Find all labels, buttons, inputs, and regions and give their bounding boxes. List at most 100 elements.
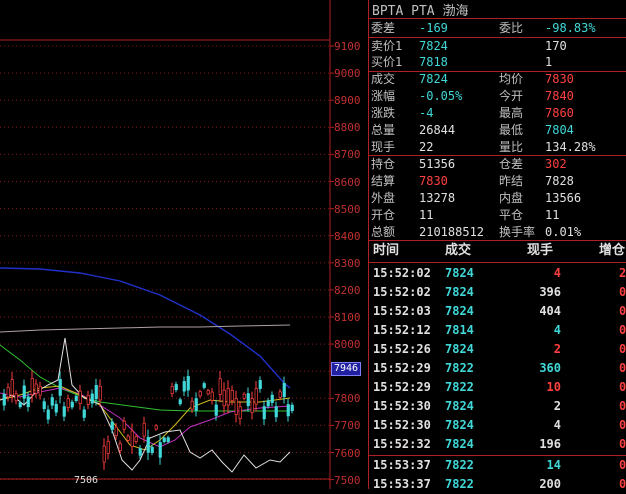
candle-body xyxy=(238,406,242,419)
value: -0.05% xyxy=(419,89,463,103)
candle-body xyxy=(206,390,210,395)
price-tick-label: 8200 xyxy=(334,283,361,297)
label: 昨结 xyxy=(499,174,524,188)
label: 换手率 xyxy=(499,225,536,239)
candle-body xyxy=(70,401,74,408)
kline-canvas[interactable] xyxy=(0,0,368,489)
candle-body xyxy=(186,376,190,391)
tick-oi: 0 xyxy=(619,399,626,413)
tick-row[interactable]: 15:52:32 7824 196 0 xyxy=(369,435,626,454)
ticks-header: 时间 成交 现手 增仓 xyxy=(369,240,626,262)
candle-body xyxy=(226,388,230,406)
label: 仓差 xyxy=(499,157,524,171)
tick-qty: 360 xyxy=(539,361,561,375)
tick-row[interactable]: 15:52:30 7824 2 0 xyxy=(369,397,626,416)
value: 7828 xyxy=(545,174,574,188)
price-tick-label: 9100 xyxy=(334,40,361,53)
candle-body xyxy=(198,391,202,397)
tick-row[interactable]: 15:52:03 7824 404 0 xyxy=(369,302,626,321)
label: 委差 xyxy=(371,21,396,35)
candle-body xyxy=(34,383,38,394)
label: 结算 xyxy=(371,174,396,188)
col-time: 时间 xyxy=(373,243,400,258)
value: 7860 xyxy=(545,106,574,120)
col-price: 成交 xyxy=(445,243,472,258)
value: 0.01% xyxy=(545,225,582,239)
instrument-title: BPTA PTA 渤海 xyxy=(372,4,469,19)
value: 7818 xyxy=(419,55,448,69)
tick-oi: 0 xyxy=(619,380,626,394)
candle-body xyxy=(22,385,26,399)
tick-time: 15:52:02 xyxy=(373,266,431,280)
candle-body xyxy=(18,402,22,408)
candle-body xyxy=(26,396,30,408)
price-tick-label: 7500 xyxy=(334,473,361,487)
tick-row[interactable]: 15:52:12 7814 4 0 xyxy=(369,321,626,340)
candle-body xyxy=(174,384,178,391)
candle-body xyxy=(54,403,58,413)
tick-row[interactable]: 15:53:37 7822 200 0 xyxy=(369,475,626,494)
candle-body xyxy=(234,398,238,415)
candle-body xyxy=(98,385,102,401)
col-qty: 现手 xyxy=(527,243,554,258)
candle-body xyxy=(150,446,154,453)
tick-oi: 0 xyxy=(619,361,626,375)
candle-body xyxy=(210,391,214,401)
tick-qty: 200 xyxy=(539,477,561,491)
tick-oi: 0 xyxy=(619,477,626,491)
candle-body xyxy=(242,393,246,399)
label: 开仓 xyxy=(371,208,396,222)
row-vol: 总量 26844 最低 7804 xyxy=(369,121,626,139)
tick-row[interactable]: 15:52:29 7822 10 0 xyxy=(369,378,626,397)
candle-body xyxy=(262,406,266,420)
tick-row[interactable]: 15:52:29 7822 360 0 xyxy=(369,359,626,378)
label: 量比 xyxy=(499,140,524,154)
tick-price: 7824 xyxy=(445,342,474,356)
price-tick-label: 8700 xyxy=(334,148,361,162)
tick-price: 7814 xyxy=(445,323,474,337)
tick-qty: 404 xyxy=(539,304,561,318)
tick-row[interactable]: 15:52:02 7824 4 2 xyxy=(369,264,626,283)
candle-body xyxy=(158,442,162,458)
candle-body xyxy=(250,398,254,413)
label: 外盘 xyxy=(371,191,396,205)
tick-price: 7822 xyxy=(445,477,474,491)
low-price-label: 7506 xyxy=(74,475,99,486)
tick-row[interactable]: 15:52:02 7824 396 0 xyxy=(369,283,626,302)
tick-qty: 4 xyxy=(553,418,561,432)
candle-body xyxy=(190,400,194,410)
row-last: 成交 7824 均价 7830 xyxy=(369,70,626,88)
label: 平仓 xyxy=(499,208,524,222)
candle-body xyxy=(258,380,262,389)
candle-body xyxy=(202,383,206,388)
tick-row[interactable]: 15:52:26 7824 2 0 xyxy=(369,340,626,359)
row-bid: 买价1 7818 1 xyxy=(369,53,626,71)
tick-row[interactable]: 15:53:37 7822 14 0 xyxy=(369,456,626,475)
price-tick-label: 8300 xyxy=(334,256,361,270)
tick-time: 15:52:29 xyxy=(373,361,431,375)
row-outer: 外盘 13278 内盘 13566 xyxy=(369,189,626,207)
value: 7824 xyxy=(419,72,448,86)
tick-time: 15:52:26 xyxy=(373,342,431,356)
candle-body xyxy=(290,404,294,412)
tick-qty: 396 xyxy=(539,285,561,299)
candle-body xyxy=(194,398,198,411)
tick-oi: 0 xyxy=(619,304,626,318)
tick-row[interactable]: 15:52:30 7824 4 0 xyxy=(369,416,626,435)
label: 成交 xyxy=(371,72,396,86)
candle-body xyxy=(10,379,14,396)
tick-qty: 196 xyxy=(539,437,561,451)
tick-oi: 0 xyxy=(619,458,626,472)
tick-time: 15:52:30 xyxy=(373,418,431,432)
candle-body xyxy=(126,435,130,441)
candle-body xyxy=(118,443,122,451)
quote-panel: BPTA PTA 渤海 委差 -169 委比 -98.83% 卖价1 7824 … xyxy=(368,0,626,491)
row-openpos: 开仓 11 平仓 11 xyxy=(369,206,626,224)
candle-body xyxy=(166,437,170,442)
price-tick-label: 7600 xyxy=(334,446,361,460)
price-tick-label: 8100 xyxy=(334,311,361,324)
value: 7804 xyxy=(545,123,574,137)
tick-qty: 10 xyxy=(546,380,561,394)
candle-body xyxy=(134,436,138,442)
kline-chart[interactable]: 9100 9000 8900 8800 8700 8600 8500 8400 8300 8200… xyxy=(0,0,368,489)
